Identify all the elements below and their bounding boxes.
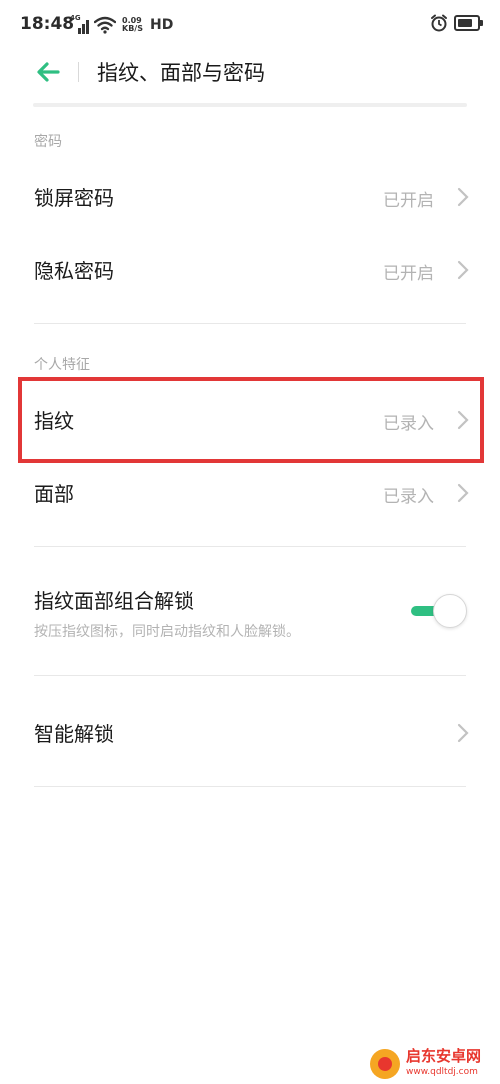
status-icons: 4G 0.09 KB/S HD — [70, 14, 173, 36]
row-label: 面部 — [34, 482, 74, 506]
watermark: 启东安卓网 www.qdltdj.com — [370, 1044, 500, 1084]
section-label-password: 密码 — [34, 134, 62, 150]
status-bar: 18:48 4G 0.09 KB/S HD — [0, 0, 500, 48]
row-status: 已开启 — [383, 191, 434, 211]
row-smart-unlock[interactable]: 智能解锁 — [0, 701, 500, 763]
title-divider — [78, 62, 79, 82]
chevron-right-icon — [457, 260, 469, 280]
section-divider — [34, 323, 466, 324]
section-divider — [34, 675, 466, 676]
header-divider — [33, 103, 467, 107]
row-label: 锁屏密码 — [34, 186, 114, 210]
network-speed: 0.09 KB/S — [122, 17, 143, 33]
status-right — [430, 14, 483, 32]
watermark-logo — [370, 1049, 400, 1079]
combo-unlock-toggle[interactable] — [411, 594, 467, 628]
alarm-icon — [431, 14, 447, 32]
page-title: 指纹、面部与密码 — [97, 61, 265, 85]
watermark-name: 启东安卓网 — [406, 1047, 482, 1065]
row-status: 已录入 — [383, 487, 434, 507]
battery-icon — [454, 15, 483, 31]
section-label-personal: 个人特征 — [34, 357, 90, 373]
row-face[interactable]: 面部 已录入 — [0, 461, 500, 523]
row-description: 按压指纹图标，同时启动指纹和人脸解锁。 — [34, 624, 300, 640]
chevron-right-icon — [457, 723, 469, 743]
row-status: 已开启 — [383, 264, 434, 284]
row-lockscreen-password[interactable]: 锁屏密码 已开启 — [0, 165, 500, 227]
wifi-icon — [94, 16, 116, 34]
row-privacy-password[interactable]: 隐私密码 已开启 — [0, 238, 500, 300]
chevron-right-icon — [457, 187, 469, 207]
section-divider — [34, 546, 466, 547]
watermark-url: www.qdltdj.com — [406, 1067, 478, 1077]
network-tag: 4G — [70, 14, 81, 22]
row-label: 指纹面部组合解锁 — [34, 589, 194, 613]
speed-unit: KB/S — [122, 24, 143, 33]
section-divider — [34, 786, 466, 787]
row-label: 智能解锁 — [34, 722, 114, 746]
signal-icon: 4G — [70, 14, 90, 34]
hd-label: HD — [149, 17, 174, 33]
highlight-box — [18, 377, 484, 463]
watermark-text: 启东安卓网 www.qdltdj.com — [406, 1048, 481, 1080]
back-arrow-icon[interactable] — [34, 58, 62, 86]
row-label: 隐私密码 — [34, 259, 114, 283]
chevron-right-icon — [457, 483, 469, 503]
title-bar: 指纹、面部与密码 — [0, 48, 500, 96]
status-time: 18:48 — [20, 14, 75, 34]
